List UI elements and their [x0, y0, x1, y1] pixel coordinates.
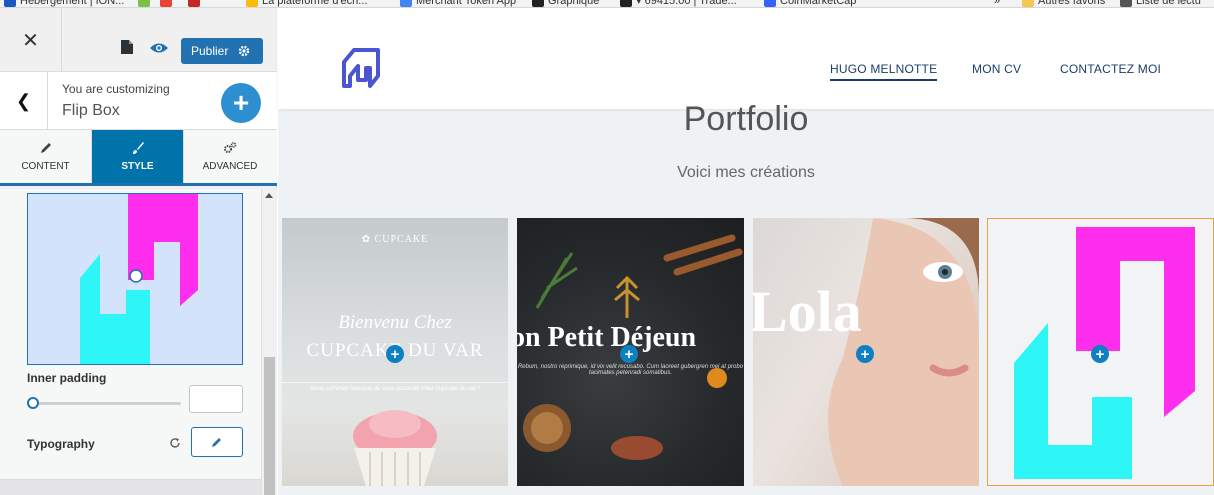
add-element-button[interactable]: + — [221, 83, 261, 123]
site-logo[interactable] — [338, 46, 386, 90]
tab-style[interactable]: STYLE — [92, 130, 184, 183]
pencil-icon — [40, 143, 51, 153]
bookmark-favicon-icon — [138, 0, 150, 7]
bookmark-favicon-icon — [764, 0, 776, 7]
nav-link-mon-cv[interactable]: MON CV — [972, 62, 1021, 76]
plus-icon: + — [232, 87, 250, 118]
bookmark-item[interactable] — [188, 0, 200, 7]
folder-icon — [1022, 0, 1034, 7]
inner-padding-input[interactable] — [189, 385, 243, 413]
bookmark-favicon-icon — [532, 0, 544, 7]
card-caption: Nous sommes heureux de vous accueillir c… — [282, 382, 508, 392]
bookmark-item[interactable]: La plateforme d'écri... — [246, 0, 367, 7]
cupcake-image-icon — [353, 410, 437, 486]
portfolio-card-cupcake[interactable]: ✿ CUPCAKE Bienvenu Chez CUPCAKE DU VAR N… — [282, 218, 508, 486]
portfolio-card-flip-box[interactable]: + — [987, 218, 1214, 486]
reading-list-icon — [1120, 0, 1132, 7]
reset-icon[interactable] — [169, 437, 181, 449]
close-customizer-button[interactable]: ✕ — [0, 8, 62, 72]
card-headline: Lola — [753, 279, 862, 344]
card-plus-button[interactable]: + — [1091, 345, 1109, 363]
plus-icon: + — [624, 345, 634, 363]
bookmark-favicon-icon — [188, 0, 200, 7]
card-plus-button[interactable]: + — [386, 345, 404, 363]
section-subtitle: Voici mes créations — [677, 164, 815, 181]
bookmark-item[interactable]: Hébergement | ION... — [4, 0, 124, 7]
card-brand: ✿ CUPCAKE — [361, 234, 429, 245]
site-preview: HUGO MELNOTTE MON CV CONTACTEZ MOI Portf… — [278, 8, 1214, 495]
pencil-icon — [212, 438, 221, 447]
bookmark-item[interactable] — [160, 0, 172, 7]
back-button[interactable]: ❮ — [0, 72, 48, 130]
publish-button[interactable]: Publier — [181, 38, 263, 64]
portfolio-card-lola[interactable]: Lola + — [753, 218, 979, 486]
gears-icon — [224, 142, 237, 153]
typography-edit-button[interactable] — [191, 427, 243, 457]
nav-link-contactez-moi[interactable]: CONTACTEZ MOI — [1060, 62, 1161, 76]
eye-icon[interactable] — [150, 42, 168, 54]
chevron-left-icon: ❮ — [15, 90, 32, 111]
card-plus-button[interactable]: + — [856, 345, 874, 363]
customizer-tabs: CONTENT STYLE ADVANCED — [0, 130, 277, 186]
flip-box-logo-preview-icon — [80, 194, 198, 364]
bookmark-folder-other[interactable]: Autres favoris — [1022, 0, 1105, 7]
customizing-header: ❮ You are customizing Flip Box + — [0, 72, 277, 130]
bookmark-item[interactable] — [138, 0, 150, 7]
tab-advanced[interactable]: ADVANCED — [184, 130, 276, 183]
section-title: Portfolio — [683, 100, 809, 138]
reading-list-button[interactable]: Liste de lectu — [1120, 0, 1201, 7]
close-icon: ✕ — [22, 29, 39, 52]
portfolio-card-petit-dejeuner[interactable]: on Petit Déjeun Rebum, nostro reprimique… — [517, 218, 744, 486]
bookmark-favicon-icon — [620, 0, 632, 7]
bookmark-item[interactable]: ▾ 69415.00 | Trade... — [620, 0, 737, 7]
scroll-up-arrow-icon[interactable] — [265, 193, 273, 198]
customizing-label: You are customizing — [62, 82, 170, 96]
bookmark-item[interactable]: CoinMarketCap — [764, 0, 856, 7]
bookmarks-overflow-button[interactable]: » — [994, 0, 1000, 7]
bookmark-favicon-icon — [246, 0, 258, 7]
plus-icon: + — [1095, 345, 1105, 363]
card-script-text: Bienvenu Chez — [338, 312, 452, 333]
site-header: HUGO MELNOTTE MON CV CONTACTEZ MOI — [278, 8, 1214, 109]
customizer-topbar: ✕ Publier — [0, 8, 277, 72]
gear-icon[interactable] — [238, 45, 250, 57]
card-caption: Rebum, nostro reprimique, id vix velit r… — [517, 364, 744, 376]
bookmarks-bar: Hébergement | ION... La plateforme d'écr… — [0, 0, 1214, 8]
nav-link-hugo-melnotte[interactable]: HUGO MELNOTTE — [830, 62, 938, 81]
bookmark-favicon-icon — [400, 0, 412, 7]
panel-scrollbar[interactable] — [261, 189, 277, 495]
style-options: Inner padding Typography — [0, 189, 277, 495]
document-icon[interactable] — [121, 40, 133, 54]
customizing-title: Flip Box — [62, 102, 120, 119]
brush-icon — [132, 142, 144, 154]
typography-label: Typography — [27, 437, 95, 451]
inner-padding-label: Inner padding — [27, 371, 107, 385]
inner-padding-slider-track[interactable] — [38, 402, 181, 405]
scrollbar-thumb[interactable] — [264, 357, 275, 495]
card-plus-button[interactable]: + — [620, 345, 638, 363]
bookmark-favicon-icon — [4, 0, 16, 7]
tab-content[interactable]: CONTENT — [0, 130, 92, 183]
bookmark-item[interactable]: Graphique — [532, 0, 599, 7]
bookmark-item[interactable]: Merchant Token App — [400, 0, 516, 7]
bookmark-favicon-icon — [160, 0, 172, 7]
screen: Hébergement | ION... La plateforme d'écr… — [0, 0, 1214, 495]
plus-icon: + — [860, 345, 870, 363]
customizer-panel: ✕ Publier ❮ You are customizing Flip Box… — [0, 8, 277, 495]
panel-section-divider — [0, 479, 277, 495]
flip-box-preview[interactable] — [27, 193, 243, 365]
plus-icon: + — [390, 345, 400, 363]
inner-padding-slider-handle[interactable] — [27, 397, 39, 409]
